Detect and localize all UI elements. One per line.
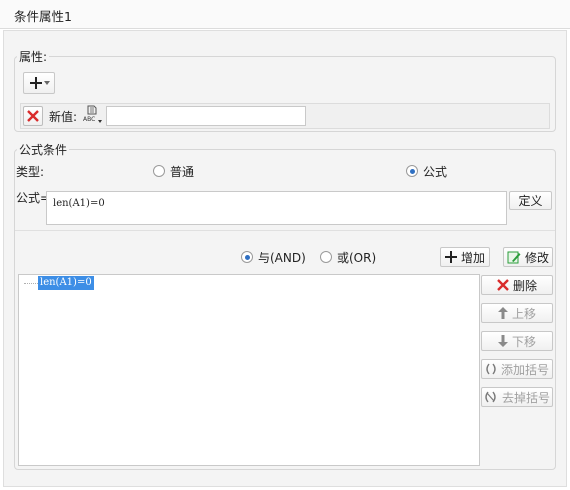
condition-tree-line [24, 283, 38, 284]
arrow-up-icon [497, 307, 508, 319]
conditions-list[interactable] [18, 274, 480, 466]
type-normal-label[interactable]: 普通 [170, 163, 194, 180]
dialog-title: 条件属性1 [14, 9, 72, 24]
add-paren-button[interactable]: 添加括号 [481, 359, 553, 379]
red-x-icon [497, 279, 509, 291]
new-value-input[interactable] [106, 106, 306, 126]
formula-label: 公式= [16, 191, 51, 205]
add-condition-button[interactable]: 增加 [440, 247, 490, 267]
arrow-down-icon [497, 335, 508, 347]
new-value-label: 新值: [49, 110, 78, 124]
add-paren-label: 添加括号 [500, 362, 549, 377]
add-condition-label: 增加 [460, 250, 485, 265]
chevron-down-icon [43, 81, 50, 85]
define-button[interactable]: 定义 [509, 191, 552, 210]
plus-icon [29, 77, 42, 89]
formula-input-text: len(A1)=0 [53, 198, 105, 209]
modify-condition-label: 修改 [524, 250, 549, 265]
abc-type-icon[interactable]: ABC [82, 105, 104, 125]
divider [15, 230, 555, 231]
delete-button-label: 删除 [512, 278, 537, 293]
logic-or-radio[interactable] [320, 251, 332, 263]
move-up-label: 上移 [511, 306, 536, 321]
formula-input[interactable]: len(A1)=0 [46, 191, 507, 225]
dialog-header [0, 0, 570, 29]
remove-parentheses-icon [485, 391, 496, 403]
attributes-legend: 属性: [17, 48, 50, 65]
type-formula-radio[interactable] [406, 165, 418, 177]
condition-item[interactable]: len(A1)=0 [38, 276, 94, 290]
svg-text:ABC: ABC [83, 116, 95, 123]
formula-condition-legend: 公式条件 [17, 141, 70, 158]
move-up-button[interactable]: 上移 [481, 303, 553, 323]
move-down-label: 下移 [511, 334, 536, 349]
logic-or-label[interactable]: 或(OR) [337, 249, 376, 266]
add-attribute-button[interactable] [23, 72, 55, 94]
type-formula-label[interactable]: 公式 [423, 163, 447, 180]
remove-paren-button[interactable]: 去掉括号 [481, 387, 553, 407]
edit-green-icon [507, 251, 521, 264]
delete-attribute-button[interactable] [23, 106, 43, 126]
type-normal-radio[interactable] [153, 165, 165, 177]
logic-and-radio[interactable] [241, 251, 253, 263]
remove-paren-label: 去掉括号 [501, 390, 550, 405]
delete-button[interactable]: 删除 [481, 275, 553, 295]
plus-icon [444, 251, 457, 263]
modify-condition-button[interactable]: 修改 [503, 247, 553, 267]
red-x-icon [27, 110, 39, 122]
move-down-button[interactable]: 下移 [481, 331, 553, 351]
logic-and-label[interactable]: 与(AND) [258, 249, 306, 266]
parentheses-icon [486, 363, 496, 375]
type-label: 类型: [16, 165, 45, 179]
